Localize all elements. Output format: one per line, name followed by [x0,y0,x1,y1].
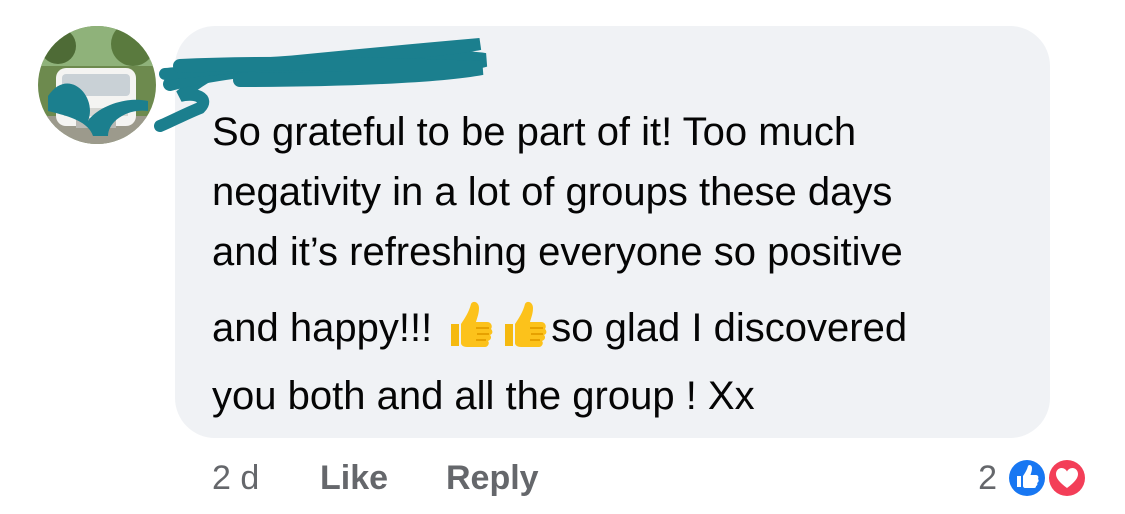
thumbs-up-emoji-icon [443,298,497,352]
avatar[interactable] [38,26,156,144]
comment-text-line: negativity in a lot of groups these days [212,170,893,214]
comment-timestamp[interactable]: 2 d [212,454,259,502]
reactions-summary[interactable]: 2 [978,454,1091,502]
avatar-image [38,26,156,144]
reply-button[interactable]: Reply [446,454,539,502]
reaction-count: 2 [978,459,997,497]
reaction-icons [1005,454,1091,502]
like-reaction-icon [1006,457,1048,499]
comment-text-line: So grateful to be part of it! Too much [212,110,857,154]
comment-text-segment: so glad I discovered [551,306,908,350]
comment-text-line: you both and all the group ! Xx [212,374,755,418]
thumbs-up-emoji-icon [497,298,551,352]
comment-text-line: and it’s refreshing everyone so positive [212,230,903,274]
comment-container: So grateful to be part of it! Too much n… [0,0,1125,514]
comment-text-segment: and happy!!! [212,306,444,350]
like-button[interactable]: Like [320,454,388,502]
love-reaction-icon [1046,457,1088,499]
comment-text-line-with-emoji: and happy!!! so glad I discovered [212,302,908,352]
